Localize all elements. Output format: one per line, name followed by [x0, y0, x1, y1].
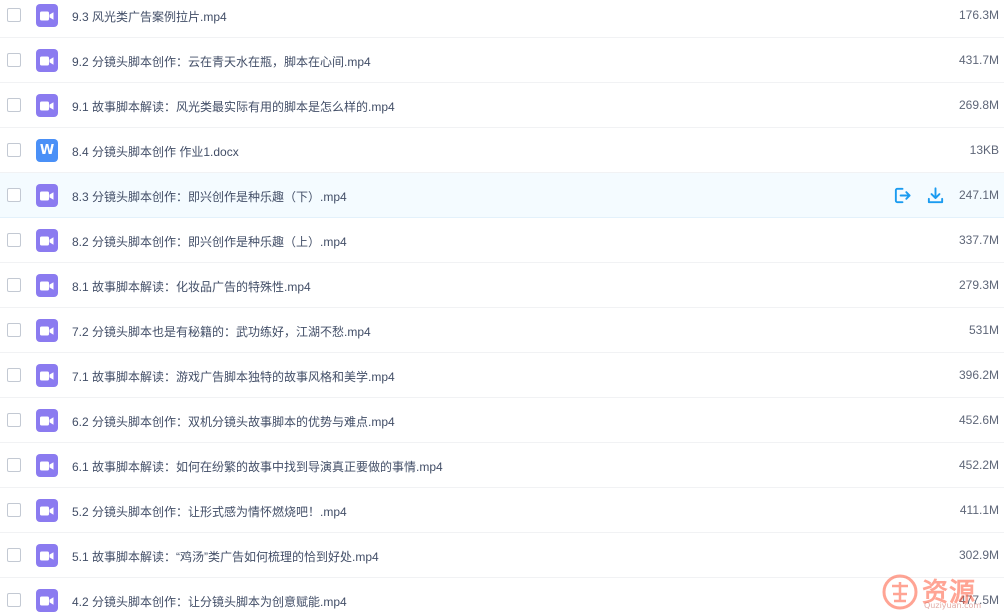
- file-size: 531M: [968, 323, 999, 337]
- file-name[interactable]: 7.1 故事脚本解读：游戏广告脚本独特的故事风格和美学.mp4: [72, 368, 395, 385]
- file-row[interactable]: 5.2 分镜头脚本创作：让形式感为情怀燃烧吧！.mp4 411.1M: [0, 488, 1004, 533]
- file-row[interactable]: 8.3 分镜头脚本创作：即兴创作是种乐趣（下）.mp4 247.1M: [0, 173, 1004, 218]
- file-size: 431.7M: [958, 53, 999, 67]
- file-row[interactable]: 9.1 故事脚本解读：风光类最实际有用的脚本是怎么样的.mp4 269.8M: [0, 83, 1004, 128]
- file-name[interactable]: 9.2 分镜头脚本创作：云在青天水在瓶，脚本在心间.mp4: [72, 53, 371, 70]
- video-file-icon: [36, 364, 58, 387]
- file-checkbox[interactable]: [7, 323, 21, 337]
- file-size: 247.1M: [958, 188, 999, 202]
- file-size: 411.1M: [959, 503, 999, 517]
- word-doc-icon: W: [36, 139, 58, 162]
- file-checkbox[interactable]: [7, 233, 21, 247]
- video-file-icon: [36, 454, 58, 477]
- file-checkbox[interactable]: [7, 593, 21, 607]
- file-size: 337.7M: [958, 233, 999, 247]
- file-row[interactable]: 9.2 分镜头脚本创作：云在青天水在瓶，脚本在心间.mp4 431.7M: [0, 38, 1004, 83]
- file-size: 452.6M: [958, 413, 999, 427]
- file-row[interactable]: 9.3 风光类广告案例拉片.mp4 176.3M: [0, 0, 1004, 38]
- row-actions: [893, 186, 945, 205]
- file-name[interactable]: 9.3 风光类广告案例拉片.mp4: [72, 8, 227, 25]
- video-file-icon: [36, 544, 58, 567]
- file-size: 279.3M: [958, 278, 999, 292]
- file-name[interactable]: 9.1 故事脚本解读：风光类最实际有用的脚本是怎么样的.mp4: [72, 98, 395, 115]
- file-checkbox[interactable]: [7, 548, 21, 562]
- file-name[interactable]: 6.1 故事脚本解读：如何在纷繁的故事中找到导演真正要做的事情.mp4: [72, 458, 443, 475]
- file-checkbox[interactable]: [7, 368, 21, 382]
- file-name[interactable]: 8.2 分镜头脚本创作：即兴创作是种乐趣（上）.mp4: [72, 233, 347, 250]
- video-file-icon: [36, 49, 58, 72]
- file-checkbox[interactable]: [7, 503, 21, 517]
- file-row[interactable]: W 8.4 分镜头脚本创作 作业1.docx 13KB: [0, 128, 1004, 173]
- video-file-icon: [36, 319, 58, 342]
- download-icon[interactable]: [926, 186, 945, 205]
- file-checkbox[interactable]: [7, 8, 21, 22]
- video-file-icon: [36, 409, 58, 432]
- file-name[interactable]: 8.3 分镜头脚本创作：即兴创作是种乐趣（下）.mp4: [72, 188, 347, 205]
- share-icon[interactable]: [893, 186, 912, 205]
- file-list: 9.3 风光类广告案例拉片.mp4 176.3M 9.2 分镜头脚本创作：云在青天水…: [0, 0, 1004, 612]
- file-name[interactable]: 7.2 分镜头脚本也是有秘籍的：武功练好，江湖不愁.mp4: [72, 323, 371, 340]
- file-size: 396.2M: [958, 368, 999, 382]
- file-name[interactable]: 4.2 分镜头脚本创作：让分镜头脚本为创意赋能.mp4: [72, 593, 347, 610]
- file-size: 302.9M: [958, 548, 999, 562]
- file-row[interactable]: 8.1 故事脚本解读：化妆品广告的特殊性.mp4 279.3M: [0, 263, 1004, 308]
- video-file-icon: [36, 4, 58, 27]
- file-size: 269.8M: [958, 98, 999, 112]
- file-name[interactable]: 5.2 分镜头脚本创作：让形式感为情怀燃烧吧！.mp4: [72, 503, 347, 520]
- file-size: 176.3M: [958, 8, 999, 22]
- video-file-icon: [36, 94, 58, 117]
- file-size: 13KB: [969, 143, 999, 157]
- video-file-icon: [36, 589, 58, 612]
- file-row[interactable]: 7.2 分镜头脚本也是有秘籍的：武功练好，江湖不愁.mp4 531M: [0, 308, 1004, 353]
- file-row[interactable]: 8.2 分镜头脚本创作：即兴创作是种乐趣（上）.mp4 337.7M: [0, 218, 1004, 263]
- file-checkbox[interactable]: [7, 458, 21, 472]
- file-name[interactable]: 8.1 故事脚本解读：化妆品广告的特殊性.mp4: [72, 278, 311, 295]
- video-file-icon: [36, 499, 58, 522]
- file-row[interactable]: 7.1 故事脚本解读：游戏广告脚本独特的故事风格和美学.mp4 396.2M: [0, 353, 1004, 398]
- video-file-icon: [36, 184, 58, 207]
- file-name[interactable]: 5.1 故事脚本解读：“鸡汤”类广告如何梳理的恰到好处.mp4: [72, 548, 379, 565]
- video-file-icon: [36, 274, 58, 297]
- file-row[interactable]: 6.1 故事脚本解读：如何在纷繁的故事中找到导演真正要做的事情.mp4 452.2…: [0, 443, 1004, 488]
- file-checkbox[interactable]: [7, 188, 21, 202]
- file-row[interactable]: 4.2 分镜头脚本创作：让分镜头脚本为创意赋能.mp4 477.5M: [0, 578, 1004, 612]
- file-size: 477.5M: [958, 593, 999, 607]
- file-checkbox[interactable]: [7, 143, 21, 157]
- file-name[interactable]: 8.4 分镜头脚本创作 作业1.docx: [72, 143, 239, 160]
- video-file-icon: [36, 229, 58, 252]
- file-checkbox[interactable]: [7, 53, 21, 67]
- file-checkbox[interactable]: [7, 98, 21, 112]
- file-name[interactable]: 6.2 分镜头脚本创作：双机分镜头故事脚本的优势与难点.mp4: [72, 413, 395, 430]
- file-size: 452.2M: [958, 458, 999, 472]
- file-checkbox[interactable]: [7, 278, 21, 292]
- file-row[interactable]: 6.2 分镜头脚本创作：双机分镜头故事脚本的优势与难点.mp4 452.6M: [0, 398, 1004, 443]
- file-checkbox[interactable]: [7, 413, 21, 427]
- file-row[interactable]: 5.1 故事脚本解读：“鸡汤”类广告如何梳理的恰到好处.mp4 302.9M: [0, 533, 1004, 578]
